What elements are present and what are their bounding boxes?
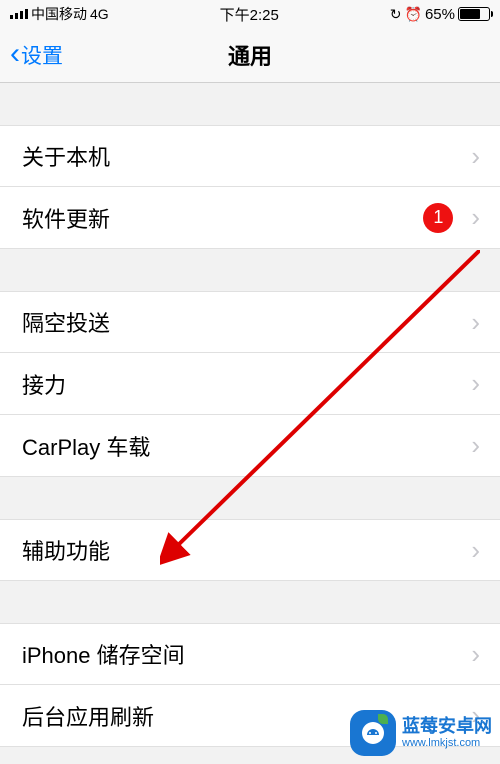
row-carplay[interactable]: CarPlay 车载 ›	[0, 415, 500, 477]
chevron-right-icon: ›	[471, 202, 480, 233]
row-label: iPhone 储存空间	[22, 638, 471, 670]
chevron-right-icon: ›	[471, 368, 480, 399]
watermark-title: 蓝莓安卓网	[402, 717, 492, 737]
row-accessibility[interactable]: 辅助功能 ›	[0, 519, 500, 581]
back-button[interactable]: ‹ 设置	[10, 40, 63, 70]
row-airdrop[interactable]: 隔空投送 ›	[0, 291, 500, 353]
row-about[interactable]: 关于本机 ›	[0, 125, 500, 187]
row-label: 软件更新	[22, 202, 423, 234]
sync-icon: ↻	[390, 6, 402, 23]
chevron-right-icon: ›	[471, 430, 480, 461]
chevron-right-icon: ›	[471, 141, 480, 172]
row-label: 关于本机	[22, 140, 471, 172]
row-label: 辅助功能	[22, 534, 471, 566]
signal-icon	[10, 9, 28, 19]
row-label: 接力	[22, 368, 471, 400]
chevron-right-icon: ›	[471, 639, 480, 670]
row-software-update[interactable]: 软件更新 1 ›	[0, 187, 500, 249]
chevron-right-icon: ›	[471, 307, 480, 338]
watermark-logo-icon	[350, 710, 396, 756]
watermark: 蓝莓安卓网 www.lmkjst.com	[350, 710, 492, 756]
row-label: 隔空投送	[22, 306, 471, 338]
battery-percent: 65%	[425, 6, 455, 23]
network-label: 4G	[90, 6, 109, 22]
row-iphone-storage[interactable]: iPhone 储存空间 ›	[0, 623, 500, 685]
carrier-label: 中国移动	[31, 4, 87, 24]
battery-icon	[458, 7, 490, 21]
status-bar: 中国移动 4G 下午2:25 ↻ ⏰ 65%	[0, 0, 500, 28]
row-handoff[interactable]: 接力 ›	[0, 353, 500, 415]
row-label: CarPlay 车载	[22, 430, 471, 462]
back-label: 设置	[21, 40, 63, 70]
chevron-left-icon: ‹	[10, 39, 20, 69]
alarm-icon: ⏰	[405, 6, 422, 23]
nav-bar: ‹ 设置 通用	[0, 28, 500, 83]
chevron-right-icon: ›	[471, 535, 480, 566]
time-label: 下午2:25	[220, 4, 279, 25]
page-title: 通用	[228, 39, 272, 71]
watermark-url: www.lmkjst.com	[402, 737, 492, 749]
update-badge: 1	[423, 203, 453, 233]
